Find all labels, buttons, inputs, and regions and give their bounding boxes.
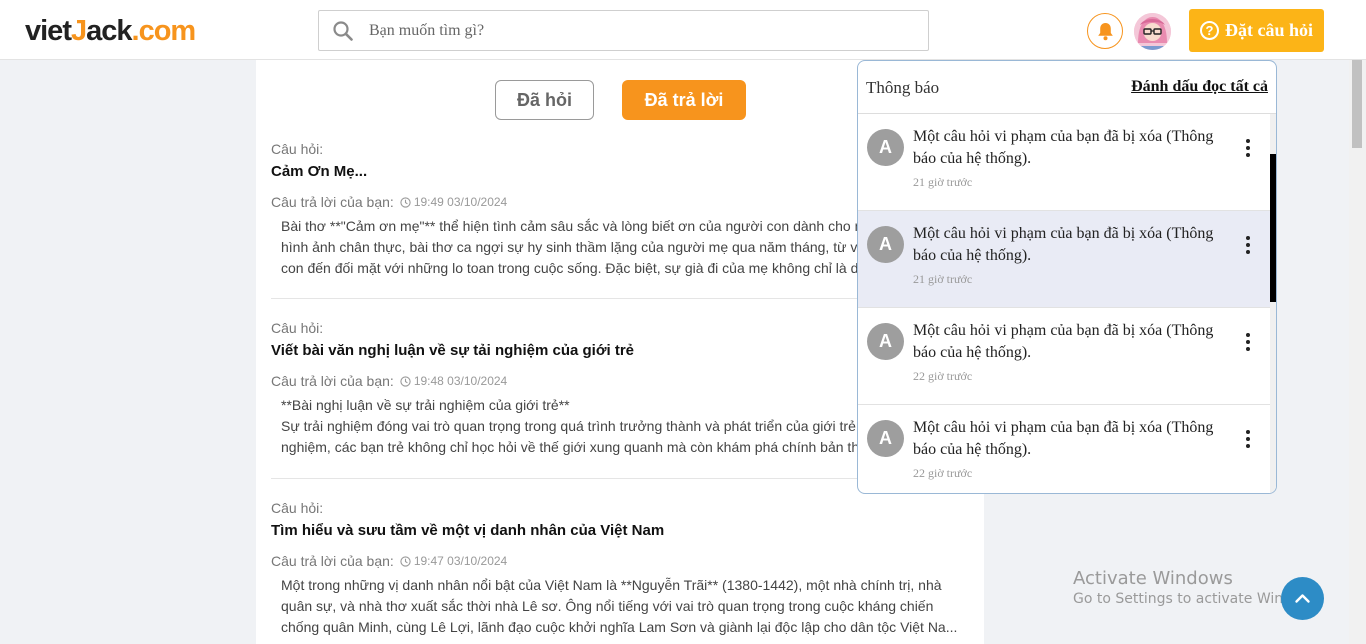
ask-question-label: Đặt câu hỏi bbox=[1224, 20, 1313, 40]
tab-answered[interactable]: Đã trả lời bbox=[622, 80, 746, 120]
answer-time-text: 19:47 03/10/2024 bbox=[413, 554, 508, 568]
logo-text-j: J bbox=[70, 15, 87, 47]
more-options-icon[interactable] bbox=[1243, 333, 1253, 353]
more-options-icon[interactable] bbox=[1243, 139, 1253, 159]
answer-label-row: Câu trả lời của bạn: 19:47 03/10/2024 bbox=[271, 553, 971, 569]
logo-text-com: .com bbox=[131, 15, 197, 47]
notification-avatar: A bbox=[867, 323, 904, 360]
bell-icon bbox=[1098, 23, 1113, 41]
notification-panel: Thông báo Đánh dấu đọc tất cả A Một câu … bbox=[857, 60, 1277, 494]
logo-text-ack: ack bbox=[86, 15, 132, 47]
answer-time-text: 19:49 03/10/2024 bbox=[413, 195, 508, 209]
notification-text: Một câu hỏi vi phạm của bạn đã bị xóa (T… bbox=[913, 225, 1214, 264]
more-options-icon[interactable] bbox=[1243, 236, 1253, 256]
answer-text: Một trong những vị danh nhân nổi bật của… bbox=[281, 577, 958, 635]
notification-time: 22 giờ trước bbox=[913, 466, 973, 480]
notification-list: A Một câu hỏi vi phạm của bạn đã bị xóa … bbox=[858, 114, 1270, 493]
notification-item[interactable]: A Một câu hỏi vi phạm của bạn đã bị xóa … bbox=[858, 405, 1270, 493]
top-header: vietJack.com ? Đặt câu hỏi bbox=[0, 0, 1366, 60]
notification-item[interactable]: A Một câu hỏi vi phạm của bạn đã bị xóa … bbox=[858, 211, 1270, 308]
question-label: Câu hỏi: bbox=[271, 500, 324, 516]
ask-question-button[interactable]: ? Đặt câu hỏi bbox=[1189, 9, 1324, 52]
answer-time-text: 19:48 03/10/2024 bbox=[413, 374, 508, 388]
notification-time: 21 giờ trước bbox=[913, 272, 973, 286]
clock-icon bbox=[400, 196, 411, 208]
notification-title: Thông báo bbox=[866, 78, 940, 97]
answer-time: 19:47 03/10/2024 bbox=[400, 554, 507, 568]
answer-item[interactable]: Câu hỏi: Tìm hiểu và sưu tầm về một vị d… bbox=[271, 500, 971, 638]
notification-text: Một câu hỏi vi phạm của bạn đã bị xóa (T… bbox=[913, 419, 1214, 458]
chevron-up-icon bbox=[1295, 594, 1310, 603]
more-options-icon[interactable] bbox=[1243, 430, 1253, 450]
tab-asked[interactable]: Đã hỏi bbox=[495, 80, 594, 120]
avatar-image bbox=[1134, 13, 1171, 50]
notification-text: Một câu hỏi vi phạm của bạn đã bị xóa (T… bbox=[913, 128, 1214, 167]
page-scrollbar[interactable] bbox=[1349, 60, 1366, 644]
notification-avatar: A bbox=[867, 420, 904, 457]
notification-avatar: A bbox=[867, 129, 904, 166]
answer-label: Câu trả lời của bạn: bbox=[271, 553, 394, 569]
clock-icon bbox=[400, 375, 411, 387]
clock-icon bbox=[400, 555, 411, 567]
notification-time: 21 giờ trước bbox=[913, 175, 973, 189]
notification-text: Một câu hỏi vi phạm của bạn đã bị xóa (T… bbox=[913, 322, 1214, 361]
notification-avatar: A bbox=[867, 226, 904, 263]
logo-text-viet: viet bbox=[25, 15, 72, 47]
question-title[interactable]: Tìm hiểu và sưu tầm về một vị danh nhân … bbox=[271, 522, 971, 539]
question-circle-icon: ? bbox=[1199, 21, 1219, 40]
search-input[interactable] bbox=[369, 11, 909, 50]
notification-scrollbar[interactable] bbox=[1270, 114, 1276, 493]
notification-item[interactable]: A Một câu hỏi vi phạm của bạn đã bị xóa … bbox=[858, 114, 1270, 211]
answer-time: 19:48 03/10/2024 bbox=[400, 374, 507, 388]
search-icon bbox=[333, 21, 353, 41]
page-scrollbar-thumb[interactable] bbox=[1352, 60, 1362, 148]
answer-label: Câu trả lời của bạn: bbox=[271, 373, 394, 389]
notification-bell-button[interactable] bbox=[1087, 13, 1123, 49]
vietjack-logo[interactable]: vietJack.com bbox=[25, 14, 197, 48]
user-avatar[interactable] bbox=[1134, 13, 1171, 50]
answer-label: Câu trả lời của bạn: bbox=[271, 194, 394, 210]
scroll-to-top-button[interactable] bbox=[1281, 577, 1324, 620]
answer-time: 19:49 03/10/2024 bbox=[400, 195, 507, 209]
notification-scrollbar-thumb[interactable] bbox=[1270, 154, 1276, 302]
notification-time: 22 giờ trước bbox=[913, 369, 973, 383]
notification-header: Thông báo Đánh dấu đọc tất cả bbox=[858, 61, 1276, 114]
search-bar bbox=[318, 10, 929, 51]
notification-item[interactable]: A Một câu hỏi vi phạm của bạn đã bị xóa … bbox=[858, 308, 1270, 405]
mark-all-read-link[interactable]: Đánh dấu đọc tất cả bbox=[1131, 78, 1268, 96]
